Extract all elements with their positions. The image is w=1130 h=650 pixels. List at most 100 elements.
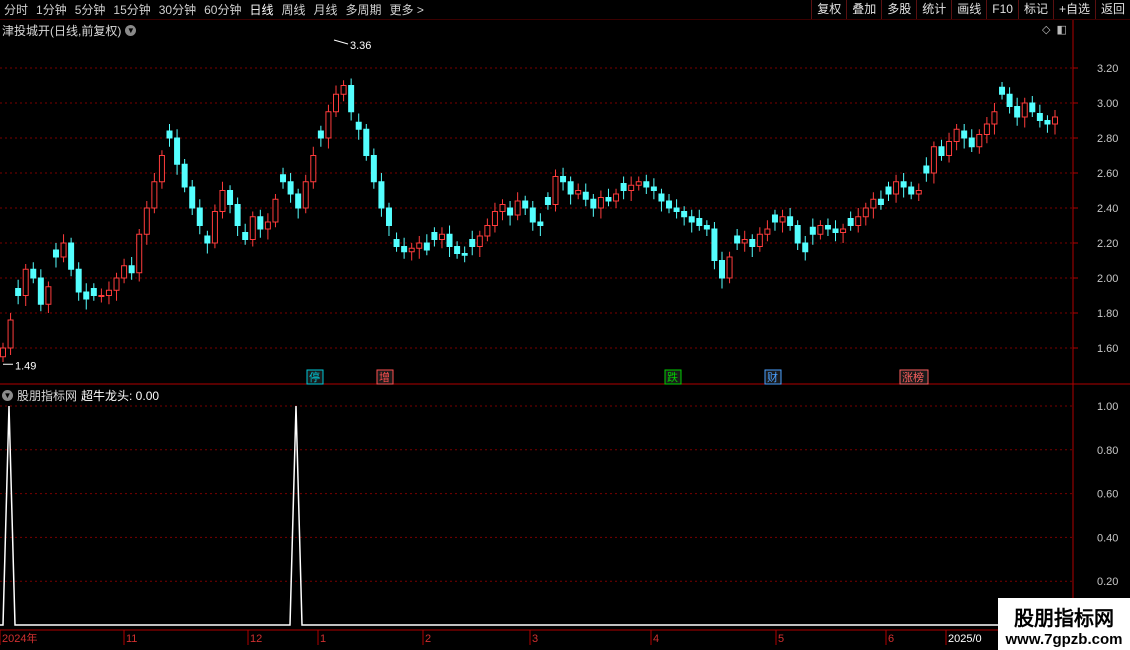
candle-body <box>855 216 862 226</box>
candle-body <box>688 216 695 223</box>
candle-body <box>242 232 249 240</box>
candle-body <box>976 134 983 148</box>
candle-body <box>923 165 930 174</box>
candle-body <box>476 235 483 247</box>
candle-body <box>355 121 362 130</box>
candle-body <box>310 155 317 183</box>
watermark-logo: 股朋指标网 www.7gpzb.com <box>998 598 1130 650</box>
candle-body <box>264 221 271 230</box>
candle-body <box>219 190 226 212</box>
candle-body <box>416 242 423 249</box>
candle-body <box>605 197 612 202</box>
indicator-name: 股朋指标网 <box>17 389 78 403</box>
candle-body <box>423 242 430 251</box>
candle-body <box>52 249 59 258</box>
event-tag-label: 财 <box>767 370 778 384</box>
indicator-axis-label: 0.40 <box>1097 532 1118 544</box>
candle-body <box>658 193 665 202</box>
candle-body <box>529 207 536 223</box>
candle-body <box>75 268 82 293</box>
candle-body <box>711 228 718 261</box>
candle-body <box>734 235 741 244</box>
diamond-icon[interactable]: ◇ <box>1042 23 1050 36</box>
candle-body <box>60 242 67 258</box>
price-label: 2.80 <box>1097 133 1118 145</box>
candle-body <box>211 211 218 244</box>
candle-body <box>151 181 158 209</box>
candle-body <box>302 181 309 209</box>
watermark-url: www.7gpzb.com <box>1005 631 1123 648</box>
indicator-value: 超牛龙头: 0.00 <box>81 389 160 403</box>
candle-body <box>590 198 597 209</box>
price-label: 1.80 <box>1097 308 1118 320</box>
candle-body <box>249 216 256 240</box>
stock-title: 津投城开(日线,前复权) <box>2 24 122 38</box>
event-tag-label: 涨榜 <box>902 370 924 384</box>
chart-grid <box>0 20 1130 645</box>
candle-body <box>544 197 551 205</box>
candle-body <box>628 184 635 191</box>
candle-body <box>522 200 529 209</box>
candle-body <box>15 288 22 296</box>
price-label: 3.00 <box>1097 98 1118 110</box>
indicator-line <box>0 405 1073 626</box>
candle-body <box>272 198 279 223</box>
event-tag-label: 停 <box>309 370 320 384</box>
candle-body <box>696 218 703 226</box>
candle-body <box>908 186 915 195</box>
chevron-down-icon[interactable]: ▼ <box>125 25 137 36</box>
candle-body <box>1014 106 1021 118</box>
candle-body <box>507 207 514 216</box>
candle-body <box>98 295 105 297</box>
candle-body <box>393 239 400 247</box>
date-label: 3 <box>532 633 538 645</box>
candle-body <box>166 130 173 139</box>
candle-body <box>446 233 453 247</box>
candle-body <box>666 200 673 209</box>
candlesticks <box>0 78 1058 362</box>
indicator-title: ▼ 股朋指标网 超牛龙头: 0.00 <box>2 387 159 404</box>
candle-body <box>560 176 567 183</box>
candle-body <box>650 186 657 191</box>
candle-body <box>431 232 438 240</box>
watermark-title: 股朋指标网 <box>1014 608 1114 630</box>
candle-body <box>877 198 884 205</box>
candle-body <box>514 200 521 216</box>
indicator-signal-line <box>0 405 1073 626</box>
candle-body <box>370 155 377 183</box>
candle-body <box>961 130 968 139</box>
indicator-axis-label: 0.80 <box>1097 445 1118 457</box>
kline-chart[interactable]: 3.20 3.00 2.80 2.60 2.40 2.20 2.00 1.80 1.60 1.00… <box>0 0 1130 650</box>
indicator-axis-label: 0.60 <box>1097 489 1118 501</box>
candle-body <box>401 246 408 253</box>
candle-body <box>597 197 604 209</box>
candle-body <box>363 128 370 156</box>
candle-body <box>787 216 794 226</box>
panel-toggle-icon[interactable]: ◧ <box>1056 23 1066 36</box>
candle-body <box>68 242 75 270</box>
candle-body <box>582 191 589 200</box>
candle-body <box>946 141 953 156</box>
candle-body <box>794 225 801 244</box>
event-tag-label: 跌 <box>667 370 678 384</box>
candle-body <box>832 228 839 233</box>
date-label: 2025/0 <box>948 633 982 645</box>
date-label: 4 <box>653 633 659 645</box>
candle-body <box>1036 113 1043 121</box>
candle-body <box>824 225 831 230</box>
date-label: 11 <box>126 633 137 645</box>
candle-body <box>1044 120 1051 125</box>
candle-body <box>726 256 733 279</box>
candle-body <box>204 235 211 244</box>
candle-body <box>0 347 6 358</box>
candle-body <box>181 163 188 188</box>
candle-body <box>461 253 468 256</box>
chevron-down-icon[interactable]: ▼ <box>2 390 13 401</box>
candle-body <box>136 233 143 274</box>
candle-body <box>491 211 498 226</box>
candle-body <box>174 137 181 165</box>
candle-body <box>575 190 582 195</box>
candle-body <box>938 146 945 156</box>
candle-body <box>613 193 620 202</box>
candle-body <box>756 233 763 247</box>
